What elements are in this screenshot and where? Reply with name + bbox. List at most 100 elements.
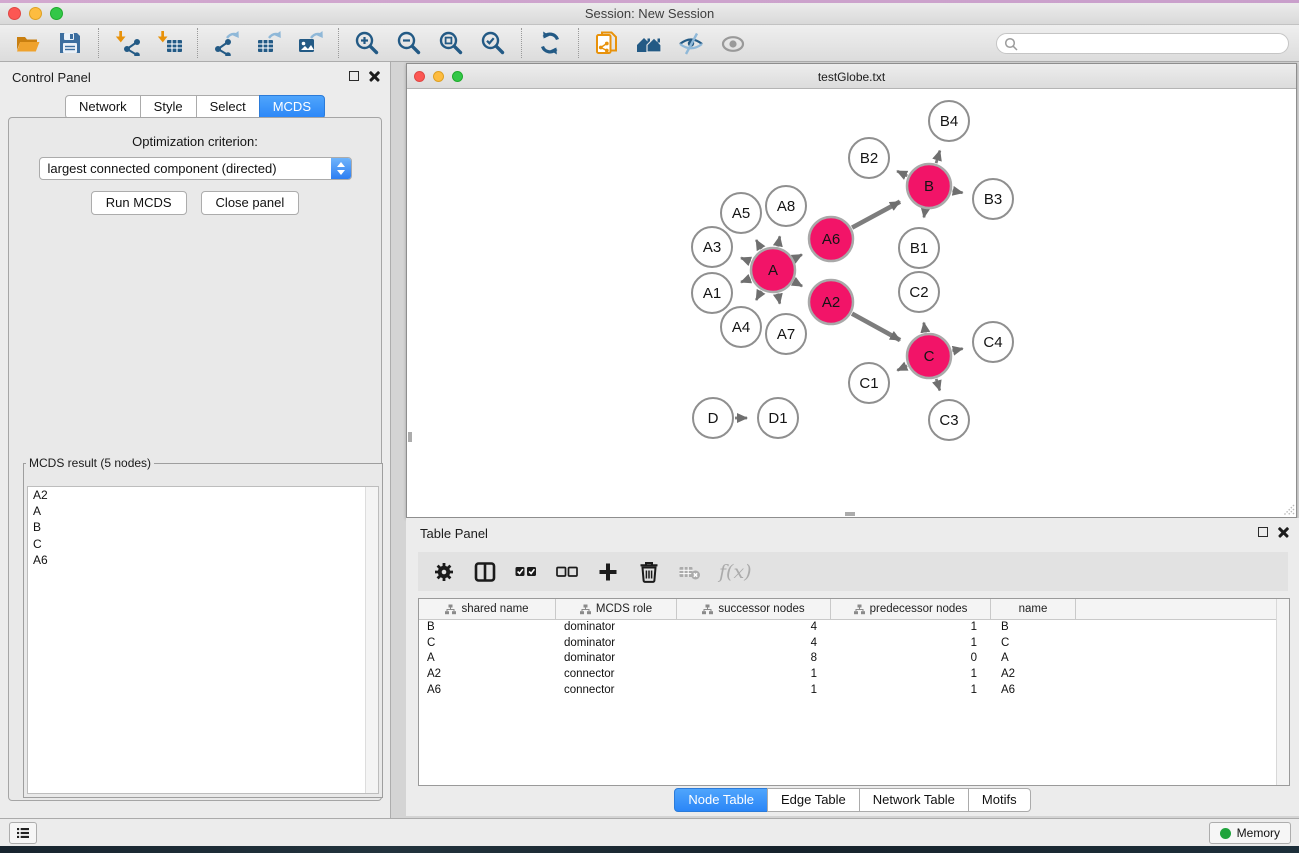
tab-network-table[interactable]: Network Table bbox=[859, 788, 969, 812]
table-row[interactable]: A6connector11A6 bbox=[419, 683, 1289, 699]
function-builder-button[interactable]: f(x) bbox=[719, 560, 752, 584]
node-D[interactable]: D bbox=[693, 398, 733, 438]
import-table-button[interactable] bbox=[156, 30, 182, 56]
tab-style[interactable]: Style bbox=[140, 95, 197, 119]
zoom-in-button[interactable] bbox=[354, 30, 380, 56]
mcds-result-item[interactable]: B bbox=[28, 519, 378, 535]
deselect-all-button[interactable] bbox=[555, 560, 579, 584]
export-image-button[interactable] bbox=[297, 30, 323, 56]
node-C3[interactable]: C3 bbox=[929, 400, 969, 440]
table-scrollbar[interactable] bbox=[1276, 599, 1289, 785]
zoom-out-button[interactable] bbox=[396, 30, 422, 56]
cell-successor-nodes[interactable]: 8 bbox=[677, 651, 831, 667]
edge-C-C1[interactable] bbox=[897, 366, 907, 371]
edge-A-A8[interactable] bbox=[778, 236, 780, 246]
cell-name[interactable]: B bbox=[991, 620, 1076, 636]
gear-button[interactable] bbox=[432, 560, 456, 584]
edge-B-B3[interactable] bbox=[953, 191, 963, 193]
edge-A-A4[interactable] bbox=[756, 291, 761, 300]
task-history-button[interactable] bbox=[9, 822, 37, 844]
cell-mcds-role[interactable]: connector bbox=[556, 667, 677, 683]
optimization-criterion-select[interactable]: largest connected component (directed) bbox=[39, 157, 352, 180]
column-header-successor-nodes[interactable]: successor nodes bbox=[677, 599, 831, 619]
clone-network-button[interactable] bbox=[594, 30, 620, 56]
import-network-button[interactable] bbox=[114, 30, 140, 56]
node-B3[interactable]: B3 bbox=[973, 179, 1013, 219]
mcds-result-item[interactable]: A bbox=[28, 503, 378, 519]
cell-mcds-role[interactable]: dominator bbox=[556, 620, 677, 636]
edge-A-A3[interactable] bbox=[741, 258, 751, 262]
column-header-shared-name[interactable]: shared name bbox=[419, 599, 556, 619]
column-header-name[interactable]: name bbox=[991, 599, 1076, 619]
node-B2[interactable]: B2 bbox=[849, 138, 889, 178]
cell-shared-name[interactable]: A bbox=[419, 651, 556, 667]
node-A6[interactable]: A6 bbox=[809, 217, 853, 261]
delete-table-button[interactable] bbox=[678, 560, 702, 584]
float-panel-icon[interactable] bbox=[349, 71, 359, 81]
tab-mcds[interactable]: MCDS bbox=[259, 95, 325, 119]
delete-column-button[interactable] bbox=[637, 560, 661, 584]
edge-A-A2[interactable] bbox=[794, 282, 802, 287]
edge-C-C4[interactable] bbox=[952, 349, 962, 351]
cell-predecessor-nodes[interactable]: 1 bbox=[831, 667, 991, 683]
cell-shared-name[interactable]: C bbox=[419, 636, 556, 652]
export-table-button[interactable] bbox=[255, 30, 281, 56]
select-all-button[interactable] bbox=[514, 560, 538, 584]
cell-shared-name[interactable]: A2 bbox=[419, 667, 556, 683]
tab-network[interactable]: Network bbox=[65, 95, 141, 119]
tab-edge-table[interactable]: Edge Table bbox=[767, 788, 860, 812]
cell-name[interactable]: A bbox=[991, 651, 1076, 667]
node-B4[interactable]: B4 bbox=[929, 101, 969, 141]
table-row[interactable]: Cdominator41C bbox=[419, 636, 1289, 652]
close-table-panel-icon[interactable] bbox=[1278, 526, 1289, 537]
zoom-selected-button[interactable] bbox=[480, 30, 506, 56]
cell-successor-nodes[interactable]: 4 bbox=[677, 636, 831, 652]
table-row[interactable]: Bdominator41B bbox=[419, 620, 1289, 636]
cell-name[interactable]: A2 bbox=[991, 667, 1076, 683]
cell-mcds-role[interactable]: dominator bbox=[556, 636, 677, 652]
open-session-button[interactable] bbox=[15, 30, 41, 56]
eye-button[interactable] bbox=[720, 30, 746, 56]
cell-mcds-role[interactable]: connector bbox=[556, 683, 677, 699]
tab-node-table[interactable]: Node Table bbox=[674, 788, 768, 812]
float-table-panel-icon[interactable] bbox=[1258, 527, 1268, 537]
close-panel-button[interactable]: Close panel bbox=[201, 191, 300, 215]
edge-C-C3[interactable] bbox=[936, 379, 940, 391]
cell-successor-nodes[interactable]: 1 bbox=[677, 683, 831, 699]
node-A3[interactable]: A3 bbox=[692, 227, 732, 267]
column-header-predecessor-nodes[interactable]: predecessor nodes bbox=[831, 599, 991, 619]
mcds-result-item[interactable]: A2 bbox=[28, 487, 378, 503]
memory-button[interactable]: Memory bbox=[1209, 822, 1291, 844]
add-column-button[interactable] bbox=[596, 560, 620, 584]
hide-panel-button[interactable] bbox=[678, 30, 704, 56]
edge-A-A7[interactable] bbox=[778, 294, 780, 304]
node-C1[interactable]: C1 bbox=[849, 363, 889, 403]
refresh-button[interactable] bbox=[537, 30, 563, 56]
cell-name[interactable]: C bbox=[991, 636, 1076, 652]
edge-A-A5[interactable] bbox=[756, 240, 761, 249]
node-A2[interactable]: A2 bbox=[809, 280, 853, 324]
tab-select[interactable]: Select bbox=[196, 95, 260, 119]
edge-C-C2[interactable] bbox=[924, 323, 926, 333]
edge-B-B4[interactable] bbox=[936, 151, 940, 164]
edge-A6-B[interactable] bbox=[852, 202, 900, 228]
edge-B-B1[interactable] bbox=[924, 210, 925, 218]
node-A[interactable]: A bbox=[751, 248, 795, 292]
node-A1[interactable]: A1 bbox=[692, 273, 732, 313]
node-A8[interactable]: A8 bbox=[766, 186, 806, 226]
table-row[interactable]: Adominator80A bbox=[419, 651, 1289, 667]
node-C4[interactable]: C4 bbox=[973, 322, 1013, 362]
run-mcds-button[interactable]: Run MCDS bbox=[91, 191, 187, 215]
node-A7[interactable]: A7 bbox=[766, 314, 806, 354]
node-C2[interactable]: C2 bbox=[899, 272, 939, 312]
close-panel-icon[interactable] bbox=[369, 70, 380, 81]
network-canvas[interactable]: B4B2BB3A8A5A6A3B1AA1C2A2A4A7C4CC1DD1C3 bbox=[407, 89, 1296, 517]
node-B1[interactable]: B1 bbox=[899, 228, 939, 268]
cell-successor-nodes[interactable]: 1 bbox=[677, 667, 831, 683]
home-button[interactable] bbox=[636, 30, 662, 56]
cell-shared-name[interactable]: A6 bbox=[419, 683, 556, 699]
export-network-button[interactable] bbox=[213, 30, 239, 56]
cell-predecessor-nodes[interactable]: 1 bbox=[831, 683, 991, 699]
node-A5[interactable]: A5 bbox=[721, 193, 761, 233]
mcds-result-item[interactable]: C bbox=[28, 536, 378, 552]
